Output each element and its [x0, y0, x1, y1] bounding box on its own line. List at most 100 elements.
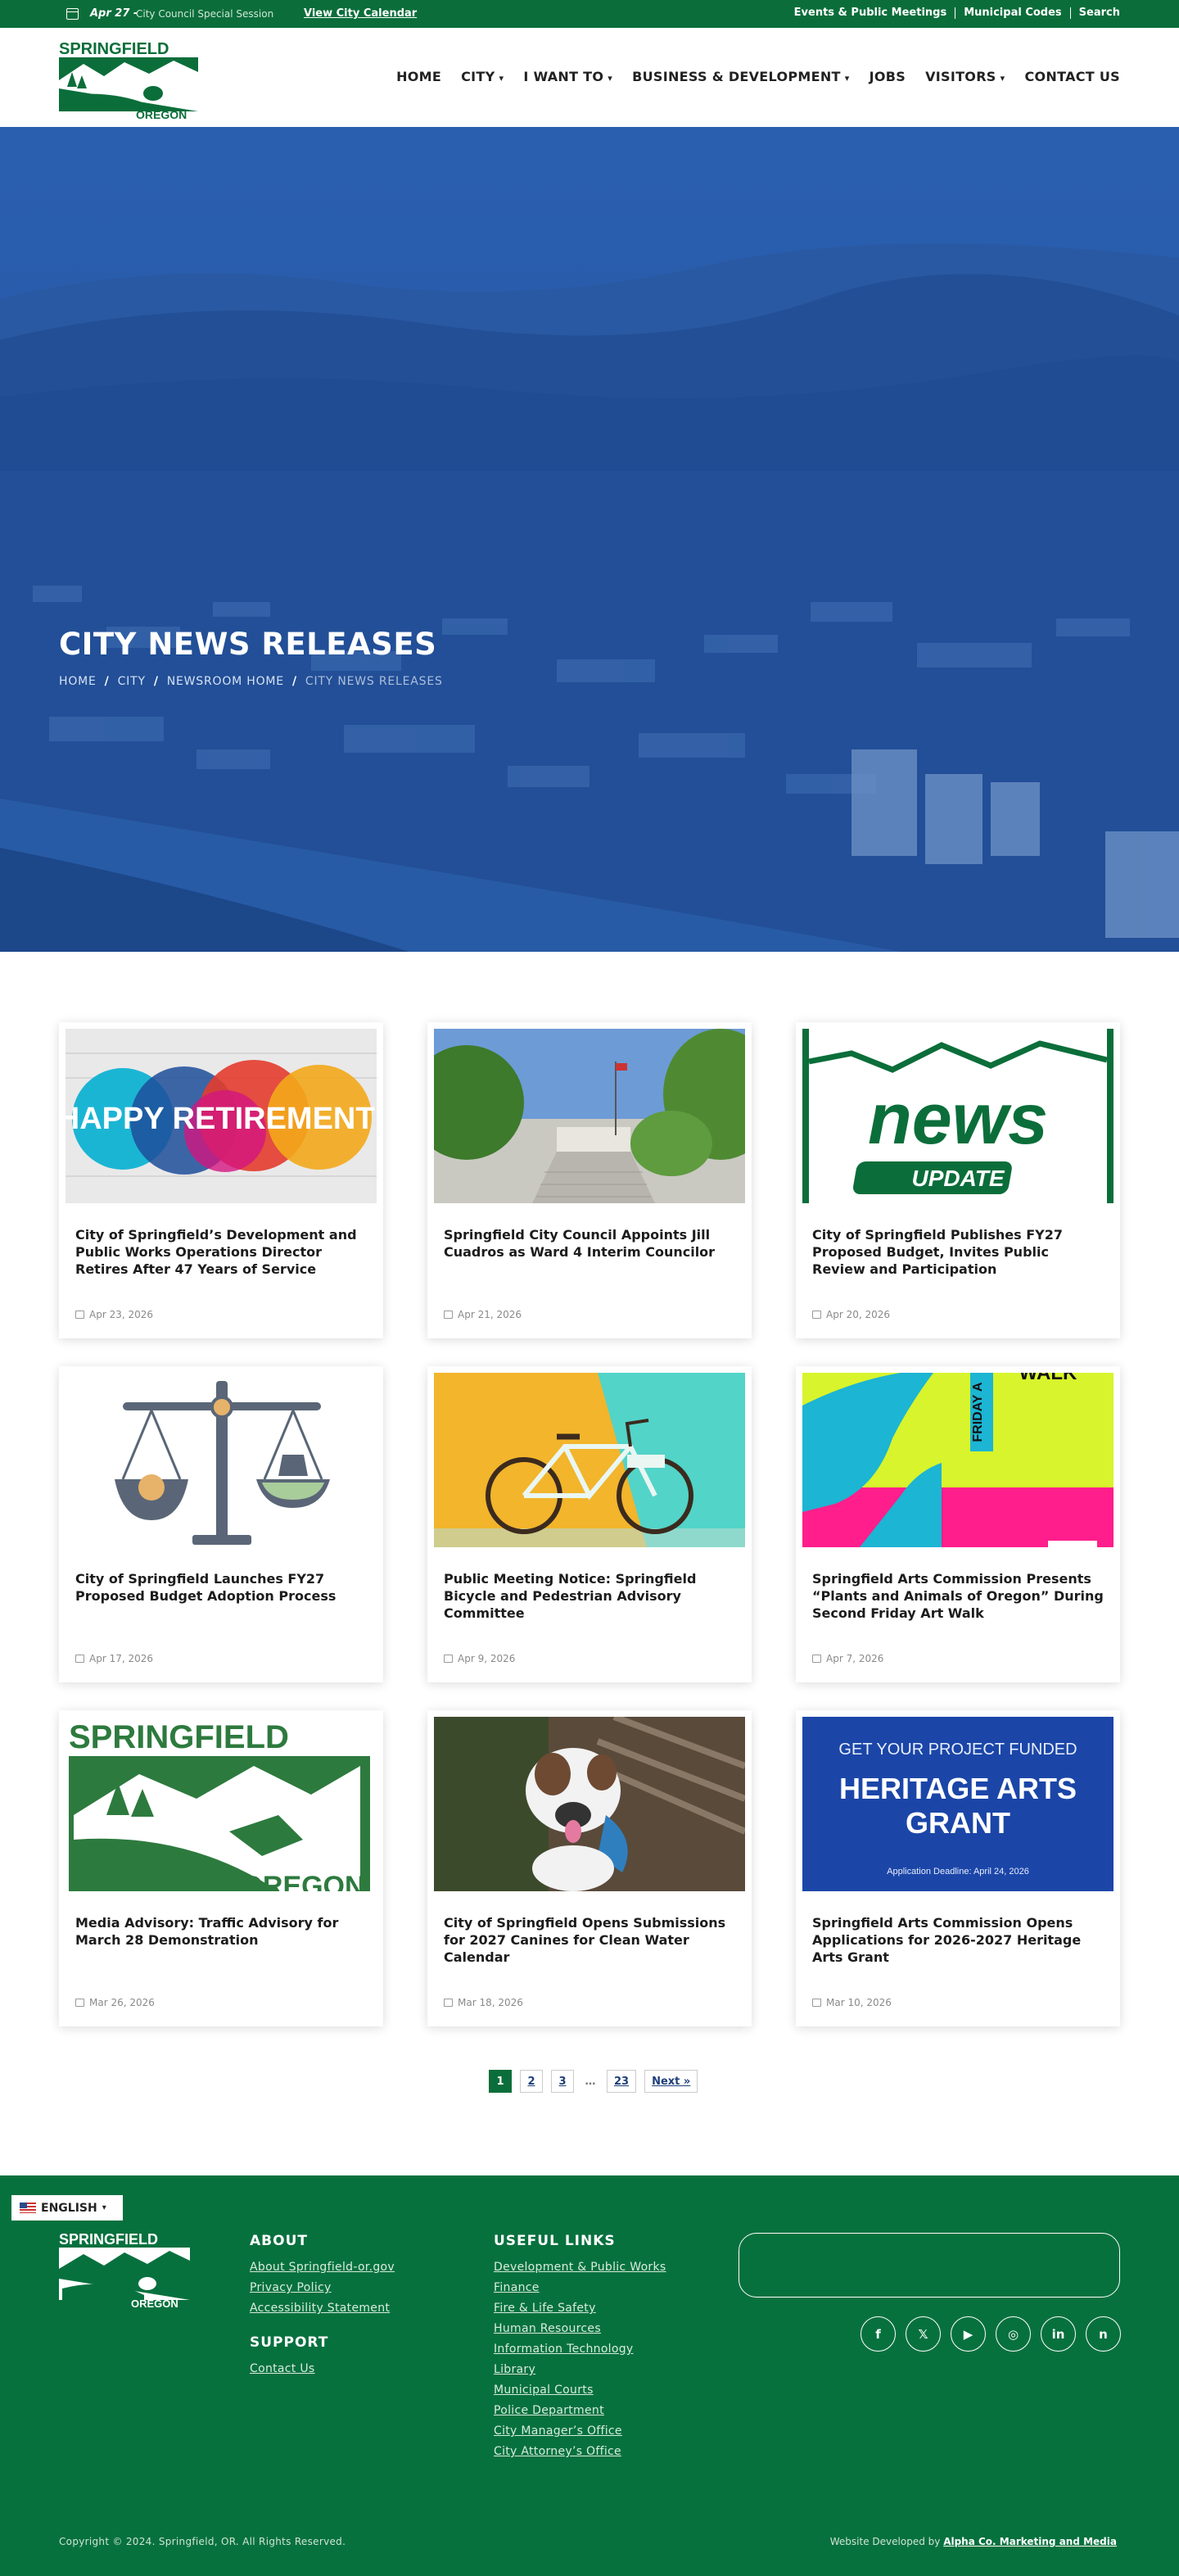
accessibility-link[interactable]: Accessibility Statement	[250, 2302, 395, 2315]
retirement-banner-image[interactable]: HAPPY RETIREMENT!	[66, 1029, 377, 1203]
breadcrumb-newsroom[interactable]: NEWSROOM HOME	[167, 675, 284, 688]
nextdoor-icon[interactable]: n	[1086, 2316, 1121, 2352]
footer-search-box[interactable]	[739, 2233, 1120, 2298]
news-card[interactable]: SPRINGFIELD OREGON Media Advisory: Traff…	[59, 1710, 383, 2026]
footer-logo-text-top: SPRINGFIELD	[59, 2231, 158, 2248]
nav-contact-label: CONTACT US	[1024, 69, 1120, 84]
nav-i-want-to[interactable]: I WANT TO ▾	[523, 69, 612, 84]
nav-visitors[interactable]: VISITORS ▾	[925, 69, 1005, 84]
calendar-icon	[75, 1655, 84, 1663]
city-hall-photo[interactable]	[434, 1029, 745, 1203]
news-card-title[interactable]: City of Springfield’s Development and Pu…	[75, 1226, 368, 1278]
springfield-logo-image[interactable]: SPRINGFIELD OREGON	[66, 1717, 377, 1891]
nav-contact-us[interactable]: CONTACT US	[1024, 69, 1120, 84]
news-update-image[interactable]: news UPDATE	[802, 1029, 1114, 1203]
language-selector[interactable]: ENGLISH ▾	[11, 2195, 123, 2221]
nav-business-label: BUSINESS & DEVELOPMENT	[632, 69, 841, 84]
contact-us-link[interactable]: Contact Us	[250, 2362, 395, 2375]
search-link[interactable]: Search	[1069, 7, 1120, 19]
nav-jobs[interactable]: JOBS	[870, 69, 906, 84]
breadcrumb-city[interactable]: CITY	[118, 675, 146, 688]
news-card-date: Apr 17, 2026	[75, 1653, 153, 1664]
footer-link[interactable]: Information Technology	[494, 2343, 666, 2356]
next-page-button[interactable]: Next »	[644, 2070, 698, 2093]
page-title: CITY NEWS RELEASES	[59, 627, 437, 662]
footer-link[interactable]: City Attorney’s Office	[494, 2445, 666, 2458]
linkedin-icon[interactable]: in	[1041, 2316, 1076, 2352]
hero-banner: CITY NEWS RELEASES HOME / CITY / NEWSROO…	[0, 127, 1179, 952]
footer-link[interactable]: Human Resources	[494, 2322, 666, 2335]
footer-logo-text-bottom: OREGON	[131, 2298, 178, 2308]
logo-text-bottom: OREGON	[136, 108, 187, 120]
calendar-icon	[812, 1655, 821, 1663]
nav-home[interactable]: HOME	[396, 69, 441, 84]
footer-about: ABOUT About Springfield-or.gov Privacy P…	[250, 2233, 395, 2383]
news-card[interactable]: news UPDATE City of Springfield Publishe…	[796, 1022, 1120, 1338]
dog-photo[interactable]	[434, 1717, 745, 1891]
instagram-icon[interactable]: ◎	[996, 2316, 1031, 2352]
events-meetings-link[interactable]: Events & Public Meetings	[786, 7, 955, 19]
news-card-title[interactable]: City of Springfield Launches FY27 Propos…	[75, 1570, 368, 1605]
x-icon[interactable]: 𝕏	[906, 2316, 941, 2352]
news-card[interactable]: City of Springfield Launches FY27 Propos…	[59, 1366, 383, 1682]
nav-visitors-label: VISITORS	[925, 69, 996, 84]
nav-business-development[interactable]: BUSINESS & DEVELOPMENT ▾	[632, 69, 849, 84]
nav-city[interactable]: CITY ▾	[461, 69, 504, 84]
art-walk-image[interactable]: FRIDAY A WALK	[802, 1373, 1114, 1547]
view-calendar-link[interactable]: View City Calendar	[304, 7, 417, 20]
footer-link[interactable]: Fire & Life Safety	[494, 2302, 666, 2315]
pagination: 1 2 3 … 23 Next »	[489, 2070, 698, 2093]
news-graphic-text: news	[868, 1078, 1048, 1159]
breadcrumb-home[interactable]: HOME	[59, 675, 97, 688]
page-1-button[interactable]: 1	[489, 2070, 512, 2093]
page-last-button[interactable]: 23	[607, 2070, 637, 2093]
news-card-title[interactable]: Springfield Arts Commission Opens Applic…	[812, 1914, 1105, 1966]
news-card-title[interactable]: Springfield City Council Appoints Jill C…	[444, 1226, 737, 1261]
date-text: Apr 17, 2026	[89, 1653, 154, 1664]
bicycle-image[interactable]	[434, 1373, 745, 1547]
news-card-title[interactable]: Springfield Arts Commission Presents “Pl…	[812, 1570, 1105, 1622]
news-card[interactable]: Springfield City Council Appoints Jill C…	[427, 1022, 752, 1338]
facebook-icon[interactable]: f	[861, 2316, 896, 2352]
footer-link[interactable]: City Manager’s Office	[494, 2424, 666, 2438]
page-3-button[interactable]: 3	[551, 2070, 574, 2093]
footer-link[interactable]: Finance	[494, 2281, 666, 2294]
nav-jobs-label: JOBS	[869, 69, 906, 84]
page-2-button[interactable]: 2	[520, 2070, 543, 2093]
developer-link[interactable]: Alpha Co. Marketing and Media	[943, 2536, 1117, 2547]
news-card-date: Mar 10, 2026	[812, 1997, 892, 2008]
municipal-codes-link[interactable]: Municipal Codes	[955, 7, 1069, 19]
event-name[interactable]: City Council Special Session	[136, 8, 273, 20]
calendar-icon	[75, 1999, 84, 2007]
balance-scale-image[interactable]	[66, 1373, 377, 1547]
breadcrumb-current: CITY NEWS RELEASES	[305, 675, 443, 688]
news-card[interactable]: HAPPY RETIREMENT! City of Springfield’s …	[59, 1022, 383, 1338]
news-card[interactable]: FRIDAY A WALK Springfield Arts Commissio…	[796, 1366, 1120, 1682]
site-logo[interactable]: SPRINGFIELD OREGON	[59, 39, 198, 121]
news-card-date: Apr 23, 2026	[75, 1309, 153, 1320]
news-card[interactable]: City of Springfield Opens Submissions fo…	[427, 1710, 752, 2026]
about-link[interactable]: About Springfield-or.gov	[250, 2261, 395, 2274]
footer-logo[interactable]: SPRINGFIELD OREGON	[59, 2231, 190, 2310]
update-graphic-text: UPDATE	[911, 1166, 1005, 1191]
footer-link[interactable]: Library	[494, 2363, 666, 2376]
footer-link[interactable]: Development & Public Works	[494, 2261, 666, 2274]
news-card-title[interactable]: Media Advisory: Traffic Advisory for Mar…	[75, 1914, 368, 1949]
news-card-date: Apr 7, 2026	[812, 1653, 883, 1664]
heritage-grant-image[interactable]: GET YOUR PROJECT FUNDED HERITAGE ARTS GR…	[802, 1717, 1114, 1891]
date-text: Apr 20, 2026	[826, 1309, 891, 1320]
news-card-title[interactable]: Public Meeting Notice: Springfield Bicyc…	[444, 1570, 737, 1622]
footer-link[interactable]: Police Department	[494, 2404, 666, 2417]
news-card[interactable]: Public Meeting Notice: Springfield Bicyc…	[427, 1366, 752, 1682]
calendar-icon	[444, 1311, 453, 1319]
chevron-down-icon: ▾	[1000, 73, 1005, 84]
date-text: Apr 7, 2026	[826, 1653, 884, 1664]
calendar-icon	[444, 1655, 453, 1663]
news-card[interactable]: GET YOUR PROJECT FUNDED HERITAGE ARTS GR…	[796, 1710, 1120, 2026]
youtube-icon[interactable]: ▶	[951, 2316, 986, 2352]
news-card-title[interactable]: City of Springfield Opens Submissions fo…	[444, 1914, 737, 1966]
privacy-policy-link[interactable]: Privacy Policy	[250, 2281, 395, 2294]
news-card-title[interactable]: City of Springfield Publishes FY27 Propo…	[812, 1226, 1105, 1278]
news-card-date: Apr 20, 2026	[812, 1309, 890, 1320]
footer-link[interactable]: Municipal Courts	[494, 2384, 666, 2397]
